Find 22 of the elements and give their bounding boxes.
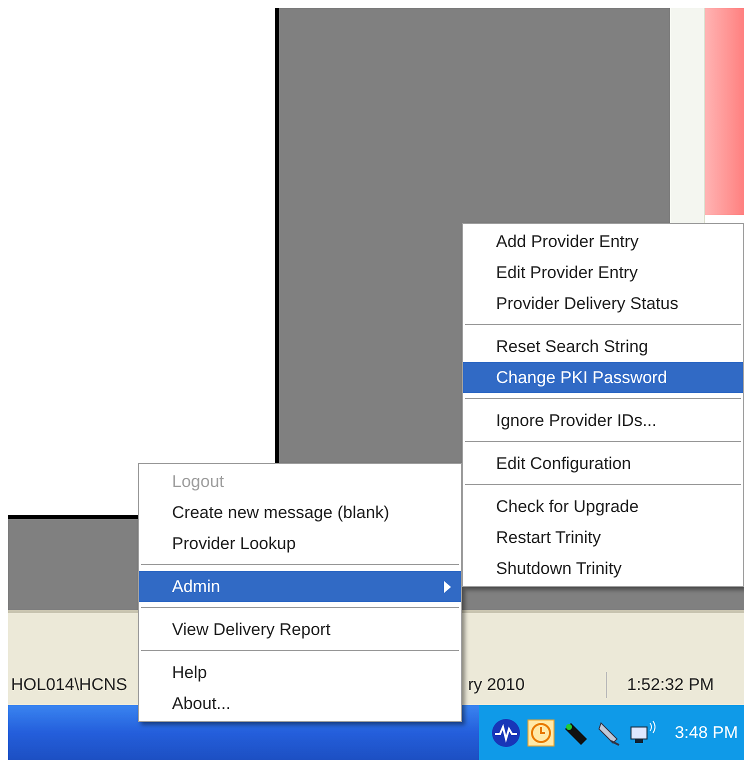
menu-item[interactable]: Admin [139, 571, 461, 602]
clock-icon [526, 718, 555, 746]
status-text: HOL014\HCNS [11, 674, 128, 696]
menu-item[interactable]: Restart Trinity [463, 522, 743, 553]
wave-icon [490, 718, 521, 748]
menu-item[interactable]: Ignore Provider IDs... [463, 405, 743, 436]
menu-item[interactable]: Provider Lookup [139, 528, 461, 559]
menu-item[interactable]: Edit Configuration [463, 448, 743, 479]
status-time: 1:52:32 PM [606, 672, 714, 698]
menu-item[interactable]: Edit Provider Entry [463, 257, 743, 288]
menu-item[interactable]: Help [139, 657, 461, 688]
menu-item[interactable]: Create new message (blank) [139, 497, 461, 528]
menu-item[interactable]: View Delivery Report [139, 614, 461, 645]
menu-item[interactable]: Provider Delivery Status [463, 288, 743, 319]
menu-item[interactable]: Change PKI Password [463, 362, 743, 393]
menu-item[interactable]: Shutdown Trinity [463, 553, 743, 584]
menu-item[interactable]: Reset Search String [463, 331, 743, 362]
status-text: ry 2010 [467, 674, 526, 696]
menu-item[interactable]: Check for Upgrade [463, 491, 743, 522]
submenu-arrow-icon [444, 580, 451, 592]
menu-item[interactable]: About... [139, 688, 461, 719]
menu-item[interactable]: Add Provider Entry [463, 226, 743, 257]
